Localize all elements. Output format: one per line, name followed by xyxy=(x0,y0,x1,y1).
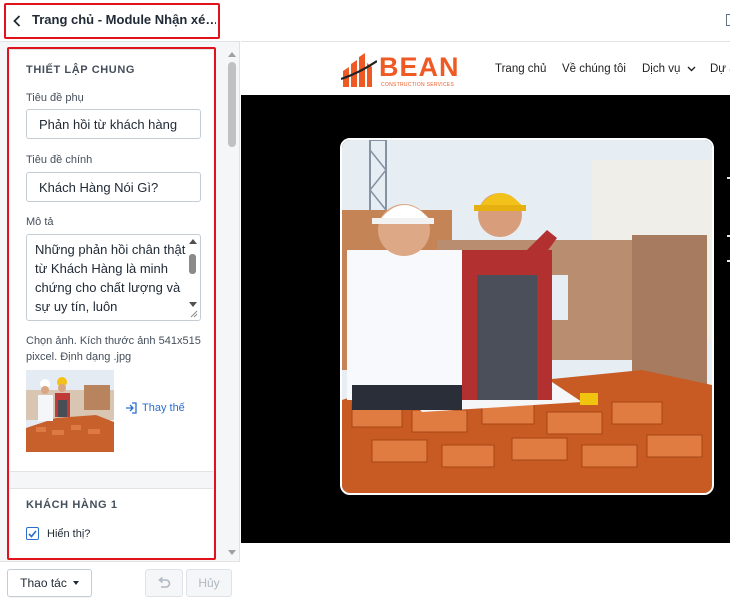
scroll-up-icon[interactable] xyxy=(228,52,236,57)
site-navbar: BEAN CONSTRUCTION SERVICES Trang chủ Về … xyxy=(241,43,730,95)
building-logo-icon xyxy=(341,53,377,87)
description-text: Những phản hồi chân thật từ Khách Hàng l… xyxy=(35,242,186,314)
panel-scroll-thumb[interactable] xyxy=(228,62,236,147)
nav-about[interactable]: Về chúng tôi xyxy=(562,63,626,75)
replace-label: Thay thế xyxy=(142,402,185,414)
device-icon[interactable] xyxy=(726,14,730,26)
chevron-down-icon xyxy=(687,66,696,72)
description-label: Mô tả xyxy=(26,216,54,228)
back-arrow-icon[interactable] xyxy=(10,13,24,29)
main-title-label: Tiêu đề chính xyxy=(26,154,93,166)
scroll-down-icon[interactable] xyxy=(228,550,236,555)
customer-1-card: KHÁCH HÀNG 1 Hiển thị? xyxy=(10,488,213,558)
site-logo[interactable]: BEAN CONSTRUCTION SERVICES xyxy=(341,51,469,89)
editor-footer: Thao tác Hủy xyxy=(0,561,240,602)
nav-home[interactable]: Trang chủ xyxy=(495,63,546,75)
general-settings-card: THIẾT LẬP CHUNG Tiêu đề phụ Phản hồi từ … xyxy=(10,49,213,472)
panel-scrollbar[interactable] xyxy=(226,47,238,557)
undo-button[interactable] xyxy=(145,569,183,597)
preview-toolbar xyxy=(241,0,730,42)
image-hint: Chọn ảnh. Kích thước ảnh 541x515 pixcel.… xyxy=(26,335,201,363)
editor-header: Trang chủ - Module Nhận xé… xyxy=(0,0,240,42)
preview-below-fold xyxy=(241,543,730,602)
cancel-button[interactable]: Hủy xyxy=(186,569,232,597)
logo-text: BEAN xyxy=(379,52,460,82)
show-customer-1-toggle[interactable]: Hiển thị? xyxy=(26,527,90,540)
replace-image-link[interactable]: Thay thế xyxy=(125,402,185,414)
nav-services[interactable]: Dịch vụ xyxy=(642,63,696,75)
theme-editor: Trang chủ - Module Nhận xé… THIẾT LẬP CH… xyxy=(0,0,730,602)
show-checkbox[interactable] xyxy=(26,527,39,540)
main-title-input[interactable]: Khách Hàng Nói Gì? xyxy=(26,172,201,202)
undo-icon xyxy=(158,577,171,588)
testimonial-image xyxy=(340,138,714,495)
resize-handle-icon[interactable] xyxy=(190,310,198,318)
textarea-scroll-up-icon[interactable] xyxy=(189,239,197,244)
textarea-scroll-down-icon[interactable] xyxy=(189,302,197,307)
general-section-heading: THIẾT LẬP CHUNG xyxy=(26,64,136,76)
logo-subtext: CONSTRUCTION SERVICES xyxy=(381,82,455,88)
replace-icon xyxy=(126,402,137,414)
actions-dropdown-button[interactable]: Thao tác xyxy=(7,569,92,597)
nav-services-label: Dịch vụ xyxy=(642,63,681,75)
textarea-scroll-thumb[interactable] xyxy=(189,254,196,274)
section-title: Trang chủ - Module Nhận xé… xyxy=(32,12,216,27)
caret-down-icon xyxy=(72,581,79,585)
testimonial-section-preview xyxy=(241,95,730,543)
customer-1-heading: KHÁCH HÀNG 1 xyxy=(26,499,118,511)
show-label: Hiển thị? xyxy=(47,527,91,540)
nav-projects[interactable]: Dự á xyxy=(710,63,730,75)
actions-label: Thao tác xyxy=(20,576,67,590)
description-textarea[interactable]: Những phản hồi chân thật từ Khách Hàng l… xyxy=(26,234,201,321)
editor-sidebar: Trang chủ - Module Nhận xé… THIẾT LẬP CH… xyxy=(0,0,240,602)
image-thumbnail[interactable] xyxy=(26,370,114,452)
textarea-scrollbar[interactable] xyxy=(188,239,197,307)
settings-scroll-area[interactable]: THIẾT LẬP CHUNG Tiêu đề phụ Phản hồi từ … xyxy=(9,49,214,558)
subtitle-input[interactable]: Phản hồi từ khách hàng xyxy=(26,109,201,139)
check-icon xyxy=(28,529,37,538)
subtitle-label: Tiêu đề phụ xyxy=(26,92,84,104)
